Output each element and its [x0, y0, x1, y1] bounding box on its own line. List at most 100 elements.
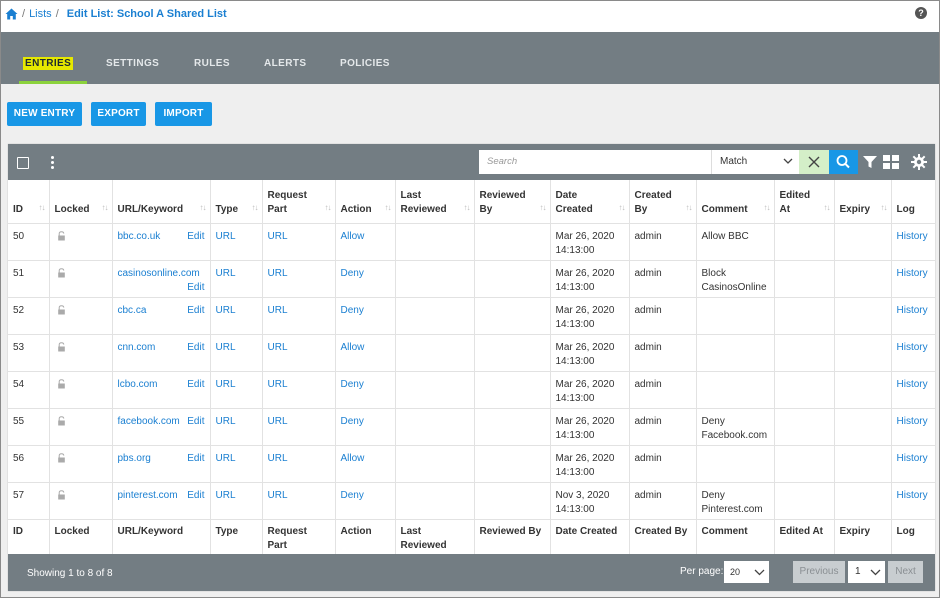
history-link[interactable]: History [897, 231, 928, 242]
type-link[interactable]: URL [216, 379, 236, 390]
action-link[interactable]: Deny [341, 379, 364, 390]
history-link[interactable]: History [897, 490, 928, 501]
chevron-down-icon [783, 158, 793, 164]
type-link[interactable]: URL [216, 453, 236, 464]
kebab-menu-icon[interactable] [51, 156, 54, 171]
edit-link[interactable]: Edit [187, 304, 204, 318]
history-link[interactable]: History [897, 453, 928, 464]
filter-icon[interactable] [862, 155, 878, 169]
entry-url-link[interactable]: casinosonline.com [118, 268, 200, 279]
lock-icon[interactable] [57, 453, 66, 463]
action-link[interactable]: Allow [341, 231, 365, 242]
request-part-link[interactable]: URL [268, 268, 288, 279]
edit-link[interactable]: Edit [187, 489, 204, 503]
cell-expiry [834, 482, 892, 520]
history-link[interactable]: History [897, 379, 928, 390]
export-button[interactable]: EXPORT [91, 102, 146, 126]
history-link[interactable]: History [897, 268, 928, 279]
edit-link[interactable]: Edit [187, 378, 204, 392]
breadcrumb-lists-link[interactable]: Lists [29, 8, 52, 20]
edit-link[interactable]: Edit [187, 281, 204, 295]
match-select[interactable]: Match [711, 150, 799, 174]
breadcrumb-separator: / [55, 8, 59, 20]
action-link[interactable]: Allow [341, 453, 365, 464]
col-header-date-created[interactable]: Date Created ↑↓ [550, 180, 630, 224]
grid-view-icon[interactable] [883, 155, 899, 169]
type-link[interactable]: URL [216, 305, 236, 316]
entry-url-link[interactable]: cbc.ca [118, 305, 147, 316]
next-page-button[interactable]: Next [888, 561, 923, 583]
col-header-action[interactable]: Action ↑↓ [335, 180, 396, 224]
col-header-comment[interactable]: Comment ↑↓ [696, 180, 775, 224]
previous-page-button[interactable]: Previous [793, 561, 845, 583]
clear-search-button[interactable] [799, 150, 829, 174]
search-button[interactable] [829, 150, 858, 174]
entry-url-link[interactable]: pinterest.com [118, 490, 178, 501]
edit-link[interactable]: Edit [187, 341, 204, 355]
footer-col-url: URL/Keyword [112, 519, 211, 557]
new-entry-button[interactable]: NEW ENTRY [7, 102, 82, 126]
request-part-link[interactable]: URL [268, 379, 288, 390]
lock-icon[interactable] [57, 231, 66, 241]
page-select[interactable]: 1 [848, 561, 885, 583]
request-part-link[interactable]: URL [268, 453, 288, 464]
lock-icon[interactable] [57, 305, 66, 315]
edit-link[interactable]: Edit [187, 452, 204, 466]
search-input[interactable]: Search [479, 150, 711, 174]
entry-url-link[interactable]: cnn.com [118, 342, 156, 353]
col-header-last-reviewed[interactable]: Last Reviewed ↑↓ [395, 180, 475, 224]
edit-link[interactable]: Edit [187, 230, 204, 244]
action-link[interactable]: Allow [341, 342, 365, 353]
col-header-created-by[interactable]: Created By ↑↓ [629, 180, 697, 224]
col-header-id[interactable]: ID ↑↓ [8, 180, 50, 224]
lock-icon[interactable] [57, 342, 66, 352]
col-header-type[interactable]: Type ↑↓ [210, 180, 263, 224]
cell-comment [696, 371, 775, 409]
home-icon[interactable] [5, 8, 18, 20]
cell-edited-at [774, 408, 835, 446]
tab-rules[interactable]: RULES [194, 58, 230, 69]
request-part-link[interactable]: URL [268, 416, 288, 427]
type-link[interactable]: URL [216, 231, 236, 242]
import-button[interactable]: IMPORT [155, 102, 212, 126]
lock-icon[interactable] [57, 268, 66, 278]
type-link[interactable]: URL [216, 490, 236, 501]
action-link[interactable]: Deny [341, 416, 364, 427]
entry-url-link[interactable]: lcbo.com [118, 379, 158, 390]
lock-icon[interactable] [57, 379, 66, 389]
col-header-locked[interactable]: Locked ↑↓ [49, 180, 113, 224]
tab-entries[interactable]: ENTRIES [23, 57, 74, 70]
tab-alerts[interactable]: ALERTS [264, 58, 306, 69]
edit-link[interactable]: Edit [187, 415, 204, 429]
lock-icon[interactable] [57, 490, 66, 500]
col-header-url[interactable]: URL/Keyword ↑↓ [112, 180, 211, 224]
history-link[interactable]: History [897, 342, 928, 353]
per-page-select[interactable]: 20 [724, 561, 769, 583]
action-link[interactable]: Deny [341, 305, 364, 316]
select-all-checkbox[interactable] [17, 157, 29, 169]
history-link[interactable]: History [897, 416, 928, 427]
col-header-request-part[interactable]: Request Part ↑↓ [262, 180, 336, 224]
request-part-link[interactable]: URL [268, 342, 288, 353]
type-link[interactable]: URL [216, 268, 236, 279]
action-link[interactable]: Deny [341, 268, 364, 279]
type-link[interactable]: URL [216, 342, 236, 353]
tab-settings[interactable]: SETTINGS [106, 58, 159, 69]
tab-policies[interactable]: POLICIES [340, 58, 390, 69]
lock-icon[interactable] [57, 416, 66, 426]
request-part-link[interactable]: URL [268, 305, 288, 316]
entry-url-link[interactable]: pbs.org [118, 453, 151, 464]
gear-icon[interactable] [911, 154, 927, 170]
col-header-expiry[interactable]: Expiry ↑↓ [834, 180, 892, 224]
history-link[interactable]: History [897, 305, 928, 316]
help-icon[interactable]: ? [915, 7, 927, 19]
entry-url-link[interactable]: facebook.com [118, 416, 180, 427]
footer-col-request-part: Request Part [262, 519, 336, 557]
entry-url-link[interactable]: bbc.co.uk [118, 231, 161, 242]
action-link[interactable]: Deny [341, 490, 364, 501]
col-header-edited-at[interactable]: Edited At ↑↓ [774, 180, 835, 224]
type-link[interactable]: URL [216, 416, 236, 427]
col-header-reviewed-by[interactable]: Reviewed By ↑↓ [474, 180, 551, 224]
request-part-link[interactable]: URL [268, 231, 288, 242]
request-part-link[interactable]: URL [268, 490, 288, 501]
